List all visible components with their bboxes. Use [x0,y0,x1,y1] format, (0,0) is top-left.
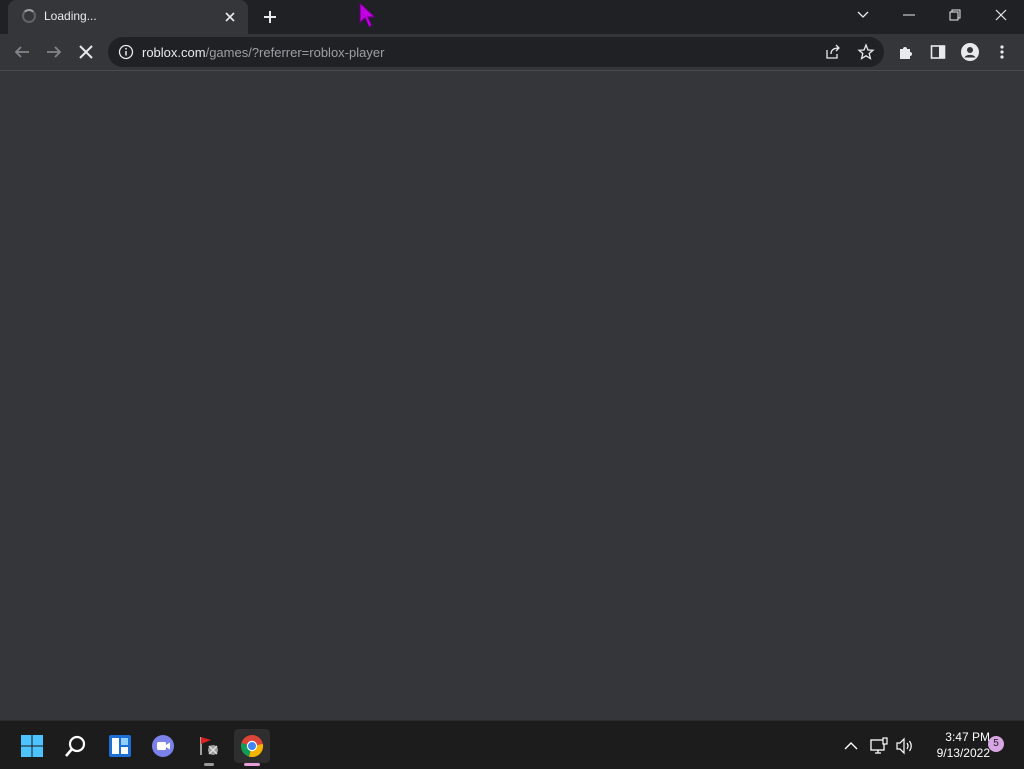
profile-button[interactable] [958,40,982,64]
volume-button[interactable] [890,729,920,763]
search-icon [65,735,86,757]
roblox-studio-button[interactable] [191,729,227,766]
clock[interactable]: 3:47 PM 9/13/2022 [920,729,990,761]
url-host: roblox.com [142,45,206,60]
page-content [0,71,1024,720]
taskbar: 3:47 PM 9/13/2022 [0,720,1024,769]
star-icon[interactable] [857,43,875,61]
speaker-icon [896,737,912,755]
windows-logo-icon [21,735,43,757]
info-icon[interactable] [118,44,134,60]
title-bar: Loading... [0,0,1024,34]
minimize-icon [903,14,915,16]
close-window-button[interactable] [978,0,1024,30]
restore-icon [949,9,961,21]
active-indicator [244,763,260,766]
arrow-left-icon [14,46,29,58]
minimize-button[interactable] [886,0,932,30]
tab-title: Loading... [44,9,97,23]
chevron-down-icon [857,11,869,18]
stop-button[interactable] [74,40,98,64]
roblox-app-icon [200,737,218,755]
avatar-icon [961,43,979,61]
browser-toolbar: roblox.com/games/?referrer=roblox-player [0,34,1024,71]
loading-spinner-icon [22,9,36,23]
widgets-icon [109,735,131,757]
chrome-icon [241,735,264,758]
url-text: roblox.com/games/?referrer=roblox-player [142,45,384,60]
tab-loading[interactable]: Loading... [8,0,248,34]
mouse-cursor-icon [359,2,377,28]
menu-button[interactable] [990,40,1014,64]
notification-badge[interactable]: 5 [988,736,1004,752]
show-hidden-icons-button[interactable] [834,729,868,763]
start-button[interactable] [14,729,50,763]
share-icon[interactable] [824,44,842,60]
kebab-menu-icon [1000,45,1004,59]
clock-date: 9/13/2022 [936,746,990,760]
extensions-button[interactable] [894,40,918,64]
back-button[interactable] [10,40,34,64]
arrow-right-icon [47,46,62,58]
running-indicator [204,763,214,766]
new-tab-button[interactable] [260,7,280,27]
puzzle-icon [900,47,912,59]
stop-icon [79,45,93,59]
clock-time: 3:47 PM [945,730,990,744]
url-path: /games/?referrer=roblox-player [205,45,385,60]
side-panel-button[interactable] [926,40,950,64]
teams-chat-button[interactable] [146,729,182,763]
address-bar[interactable]: roblox.com/games/?referrer=roblox-player [108,37,884,67]
side-panel-icon [930,45,946,59]
chevron-up-icon [844,742,858,750]
search-button[interactable] [58,729,94,763]
network-icon [870,737,888,754]
restore-button[interactable] [932,0,978,30]
video-chat-icon [152,735,174,757]
forward-button[interactable] [42,40,66,64]
chrome-taskbar-button[interactable] [234,729,270,766]
widgets-button[interactable] [102,729,138,763]
close-icon [995,9,1007,21]
close-icon[interactable] [222,9,238,25]
tab-search-button[interactable] [840,0,886,30]
